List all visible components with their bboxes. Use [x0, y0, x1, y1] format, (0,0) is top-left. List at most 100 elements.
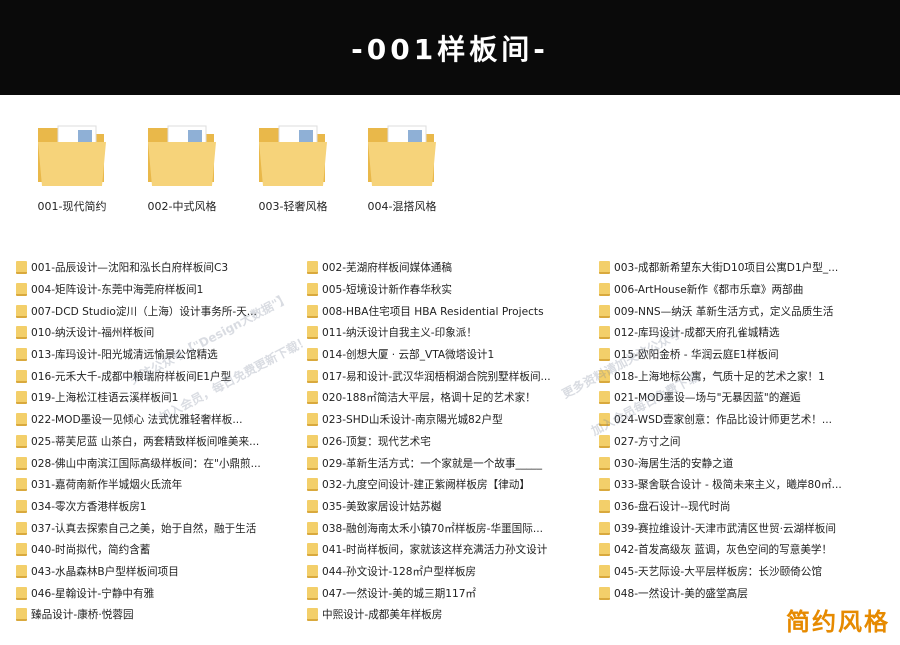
list-item[interactable]: 036-盘石设计--现代时尚: [599, 496, 894, 518]
list-item[interactable]: 034-零次方香港样板房1: [16, 496, 286, 518]
list-item[interactable]: 012-库玛设计-成都天府孔雀城精选: [599, 322, 894, 344]
list-item[interactable]: 018-上海地标公寓，气质十足的艺术之家！1: [599, 365, 894, 387]
folder-icon: [16, 564, 27, 578]
file-list-column-1: 001-品辰设计—沈阳和泓长白府样板间C3 004-矩阵设计-东莞中海莞府样板间1…: [16, 257, 286, 626]
list-item[interactable]: 007-DCD Studio淀川（上海）设计事务所-天...: [16, 300, 286, 322]
list-item[interactable]: 048-一然设计-美的盛堂高层: [599, 582, 894, 604]
folder-icon: [16, 499, 27, 513]
list-item[interactable]: 015-欧阳金桥 - 华润云庭E1样板间: [599, 344, 894, 366]
folder-icon: [307, 521, 318, 535]
list-item[interactable]: 中熙设计-成都美年样板房: [307, 604, 579, 626]
list-item[interactable]: 029-革新生活方式：一个家就是一个故事_____: [307, 452, 579, 474]
list-item[interactable]: 019-上海松江桂语云溪样板间1: [16, 387, 286, 409]
list-item[interactable]: 023-SHD山禾设计-南京陽光城82户型: [307, 409, 579, 431]
folder-label: 003-轻奢风格: [258, 200, 328, 213]
list-item[interactable]: 027-方寸之间: [599, 431, 894, 453]
folder-icon: [599, 283, 610, 297]
folder-icon: [307, 478, 318, 492]
list-item-label: 045-天艺际设-大平层样板房：长沙颐倚公馆: [614, 565, 822, 578]
list-item[interactable]: 001-品辰设计—沈阳和泓长白府样板间C3: [16, 257, 286, 279]
list-item[interactable]: 臻品设计-康桥·悦蓉园: [16, 604, 286, 626]
list-item[interactable]: 009-NNS—纳沃 革新生活方式，定义品质生活: [599, 300, 894, 322]
list-item-label: 037-认真去探索自己之美，始于自然，融于生活: [31, 522, 257, 535]
list-item[interactable]: 047-一然设计-美的城三期117㎡: [307, 582, 579, 604]
folder-icon: [307, 586, 318, 600]
list-item-label: 040-时尚拟代，简约含蓄: [31, 544, 151, 557]
folder-icon: [599, 413, 610, 427]
list-item[interactable]: 016-元禾大千-成都中粮瑞府样板间E1户型: [16, 365, 286, 387]
list-item-label: 010-纳沃设计-福州样板间: [31, 327, 155, 340]
list-item[interactable]: 032-九度空间设计-建正紫阙样板房【律动】: [307, 474, 579, 496]
folder-icon: [307, 369, 318, 383]
list-item[interactable]: 026-顶复：现代艺术宅: [307, 431, 579, 453]
folder-icon: [368, 125, 436, 186]
list-item[interactable]: 039-赛拉维设计-天津市武清区世贸·云湖样板间: [599, 517, 894, 539]
list-item-label: 004-矩阵设计-东莞中海莞府样板间1: [31, 284, 204, 297]
list-item[interactable]: 040-时尚拟代，简约含蓄: [16, 539, 286, 561]
folder-icon: [307, 434, 318, 448]
list-item-label: 026-顶复：现代艺术宅: [322, 435, 431, 448]
list-item[interactable]: 024-WSD壹家创意：作品比设计师更艺术！...: [599, 409, 894, 431]
folder-icon: [599, 326, 610, 340]
list-item-label: 016-元禾大千-成都中粮瑞府样板间E1户型: [31, 370, 232, 383]
list-item-label: 034-零次方香港样板房1: [31, 500, 147, 513]
list-item-label: 006-ArtHouse新作《都市乐章》两部曲: [614, 284, 804, 297]
list-item-label: 033-聚舍联合设计 - 极简未来主义，曦岸80㎡...: [614, 479, 842, 492]
list-item-label: 020-188㎡简洁大平层，格调十足的艺术家！: [322, 392, 536, 405]
list-item[interactable]: 022-MOD墨设一见倾心 法式优雅轻奢样板...: [16, 409, 286, 431]
list-item-label: 029-革新生活方式：一个家就是一个故事_____: [322, 457, 543, 470]
list-item[interactable]: 006-ArtHouse新作《都市乐章》两部曲: [599, 279, 894, 301]
list-item[interactable]: 042-首发高级灰 蓝调，灰色空间的写意美学！: [599, 539, 894, 561]
list-item[interactable]: 017-易和设计-武汉华润梧桐湖合院别墅样板间...: [307, 365, 579, 387]
folder-label: 004-混搭风格: [367, 200, 437, 213]
list-item-label: 014-创想大厦 · 云部_VTA微塔设计1: [322, 349, 495, 362]
folder-icon: [16, 543, 27, 557]
folder-icon: [599, 564, 610, 578]
folder-icon: [16, 456, 27, 470]
list-item-label: 中熙设计-成都美年样板房: [322, 609, 443, 622]
list-item[interactable]: 028-佛山中南滨江国际高级样板间：在"小鼎煎...: [16, 452, 286, 474]
list-item[interactable]: 025-蒂芙尼蓝 山茶白，两套精致样板间唯美来...: [16, 431, 286, 453]
folder-mixed-style[interactable]: 004-混搭风格: [352, 112, 452, 222]
list-item[interactable]: 010-纳沃设计-福州样板间: [16, 322, 286, 344]
list-item-label: 003-成都新希望东大街D10项目公寓D1户型_...: [614, 262, 839, 275]
folder-icon: [16, 283, 27, 297]
folder-chinese-style[interactable]: 002-中式风格: [132, 112, 232, 222]
file-list-column-3: 003-成都新希望东大街D10项目公寓D1户型_... 006-ArtHouse新…: [599, 257, 894, 604]
list-item[interactable]: 005-短境设计新作春华秋实: [307, 279, 579, 301]
folder-modern-minimal[interactable]: 001-现代简约: [22, 112, 122, 222]
folder-light-luxury[interactable]: 003-轻奢风格: [243, 112, 343, 222]
list-item-label: 042-首发高级灰 蓝调，灰色空间的写意美学！: [614, 544, 833, 557]
list-item[interactable]: 003-成都新希望东大街D10项目公寓D1户型_...: [599, 257, 894, 279]
list-item[interactable]: 004-矩阵设计-东莞中海莞府样板间1: [16, 279, 286, 301]
list-item-label: 002-芜湖府样板间媒体通稿: [322, 262, 452, 275]
list-item[interactable]: 002-芜湖府样板间媒体通稿: [307, 257, 579, 279]
list-item-label: 022-MOD墨设一见倾心 法式优雅轻奢样板...: [31, 414, 243, 427]
folder-icon: [307, 304, 318, 318]
list-item[interactable]: 031-嘉荷南新作半城烟火氐流年: [16, 474, 286, 496]
list-item-label: 048-一然设计-美的盛堂高层: [614, 587, 748, 600]
folder-icon: [599, 434, 610, 448]
list-item-label: 030-海居生活的安静之道: [614, 457, 734, 470]
list-item[interactable]: 020-188㎡简洁大平层，格调十足的艺术家！: [307, 387, 579, 409]
list-item[interactable]: 013-库玛设计-阳光城清远愉景公馆精选: [16, 344, 286, 366]
folder-icon: [16, 413, 27, 427]
list-item[interactable]: 033-聚舍联合设计 - 极简未来主义，曦岸80㎡...: [599, 474, 894, 496]
list-item[interactable]: 011-纳沃设计自我主义-印象派！: [307, 322, 579, 344]
list-item[interactable]: 008-HBA住宅项目 HBA Residential Projects: [307, 300, 579, 322]
list-item[interactable]: 021-MOD墨设—场与"无暴因蓝"的邂逅: [599, 387, 894, 409]
list-item[interactable]: 043-水晶森林B户型样板间项目: [16, 561, 286, 583]
list-item[interactable]: 041-时尚样板间，家就该这样充满活力孙文设计: [307, 539, 579, 561]
list-item[interactable]: 037-认真去探索自己之美，始于自然，融于生活: [16, 517, 286, 539]
list-item-label: 031-嘉荷南新作半城烟火氐流年: [31, 479, 183, 492]
list-item[interactable]: 030-海居生活的安静之道: [599, 452, 894, 474]
list-item[interactable]: 045-天艺际设-大平层样板房：长沙颐倚公馆: [599, 561, 894, 583]
list-item[interactable]: 044-孙文设计-128㎡户型样板房: [307, 561, 579, 583]
list-item[interactable]: 038-融创海南太禾小镇70㎡样板房-华噩国际...: [307, 517, 579, 539]
list-item[interactable]: 035-美致家居设计姑苏樾: [307, 496, 579, 518]
list-item[interactable]: 014-创想大厦 · 云部_VTA微塔设计1: [307, 344, 579, 366]
folder-icon: [599, 521, 610, 535]
folder-icon: [38, 125, 106, 186]
list-item[interactable]: 046-星翰设计-宁静中有雅: [16, 582, 286, 604]
folder-icon: [599, 499, 610, 513]
